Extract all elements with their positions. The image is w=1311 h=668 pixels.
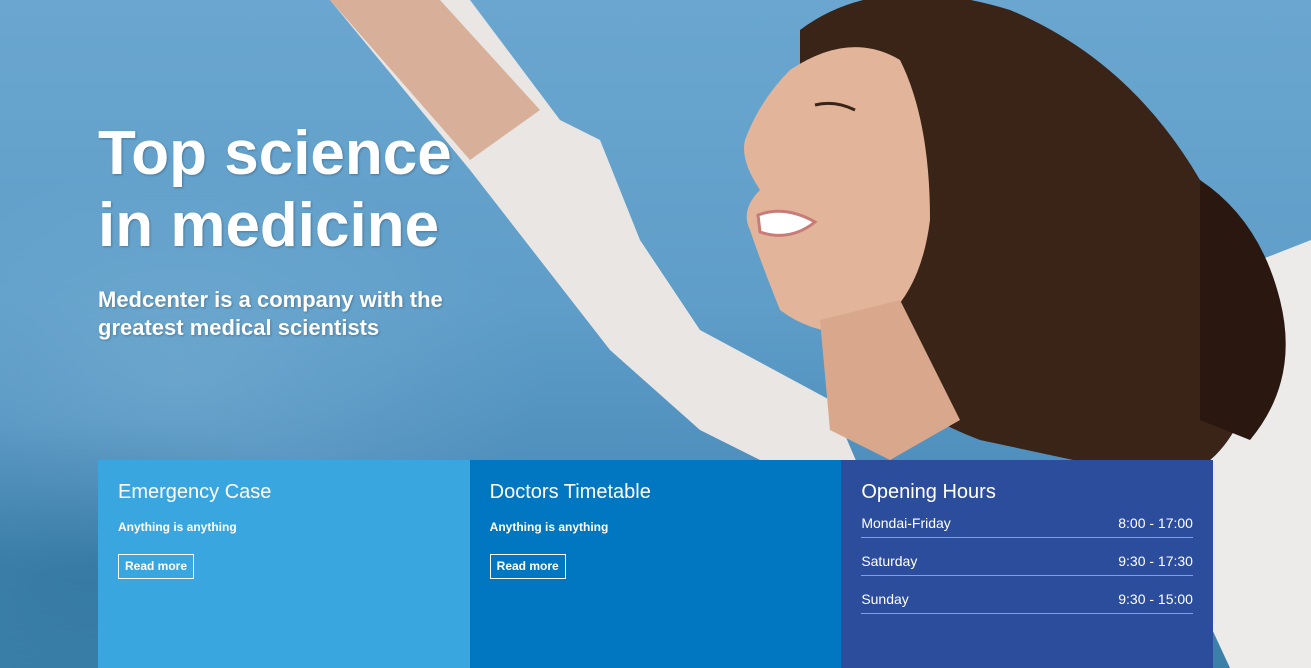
panel-emergency-title: Emergency Case [118,481,272,503]
hours-list: Mondai-Friday 8:00 - 17:00 Saturday 9:30… [861,512,1193,614]
hours-day: Mondai-Friday [861,515,951,531]
hours-day: Saturday [861,553,918,569]
hours-row: Saturday 9:30 - 17:30 [861,550,1193,576]
hours-row: Mondai-Friday 8:00 - 17:00 [861,512,1193,538]
emergency-read-more-button[interactable]: Read more [118,554,195,579]
panel-emergency-case: Emergency Case Anything is anything Read… [98,460,470,668]
hero-subtitle: Medcenter is a company with the greatest… [98,287,443,340]
face [744,47,930,333]
panel-opening-hours: Opening Hours Mondai-Friday 8:00 - 17:00… [841,460,1213,668]
hours-day: Sunday [861,591,909,607]
panel-hours-title: Opening Hours [861,481,996,503]
doctors-read-more-button[interactable]: Read more [489,554,566,579]
hero-title: Top science in medicine [98,119,452,260]
panel-doctors-timetable: Doctors Timetable Anything is anything R… [469,460,842,668]
info-panels: Emergency Case Anything is anything Read… [98,460,1213,668]
panel-emergency-text: Anything is anything [118,520,237,534]
panel-doctors-title: Doctors Timetable [489,481,651,503]
panel-doctors-text: Anything is anything [489,520,609,534]
hours-time: 8:00 - 17:00 [1118,515,1193,531]
hours-time: 9:30 - 15:00 [1118,591,1193,607]
hours-time: 9:30 - 17:30 [1118,553,1193,569]
hours-row: Sunday 9:30 - 15:00 [861,588,1193,614]
hero-banner: Top science in medicine Medcenter is a c… [0,0,1311,668]
